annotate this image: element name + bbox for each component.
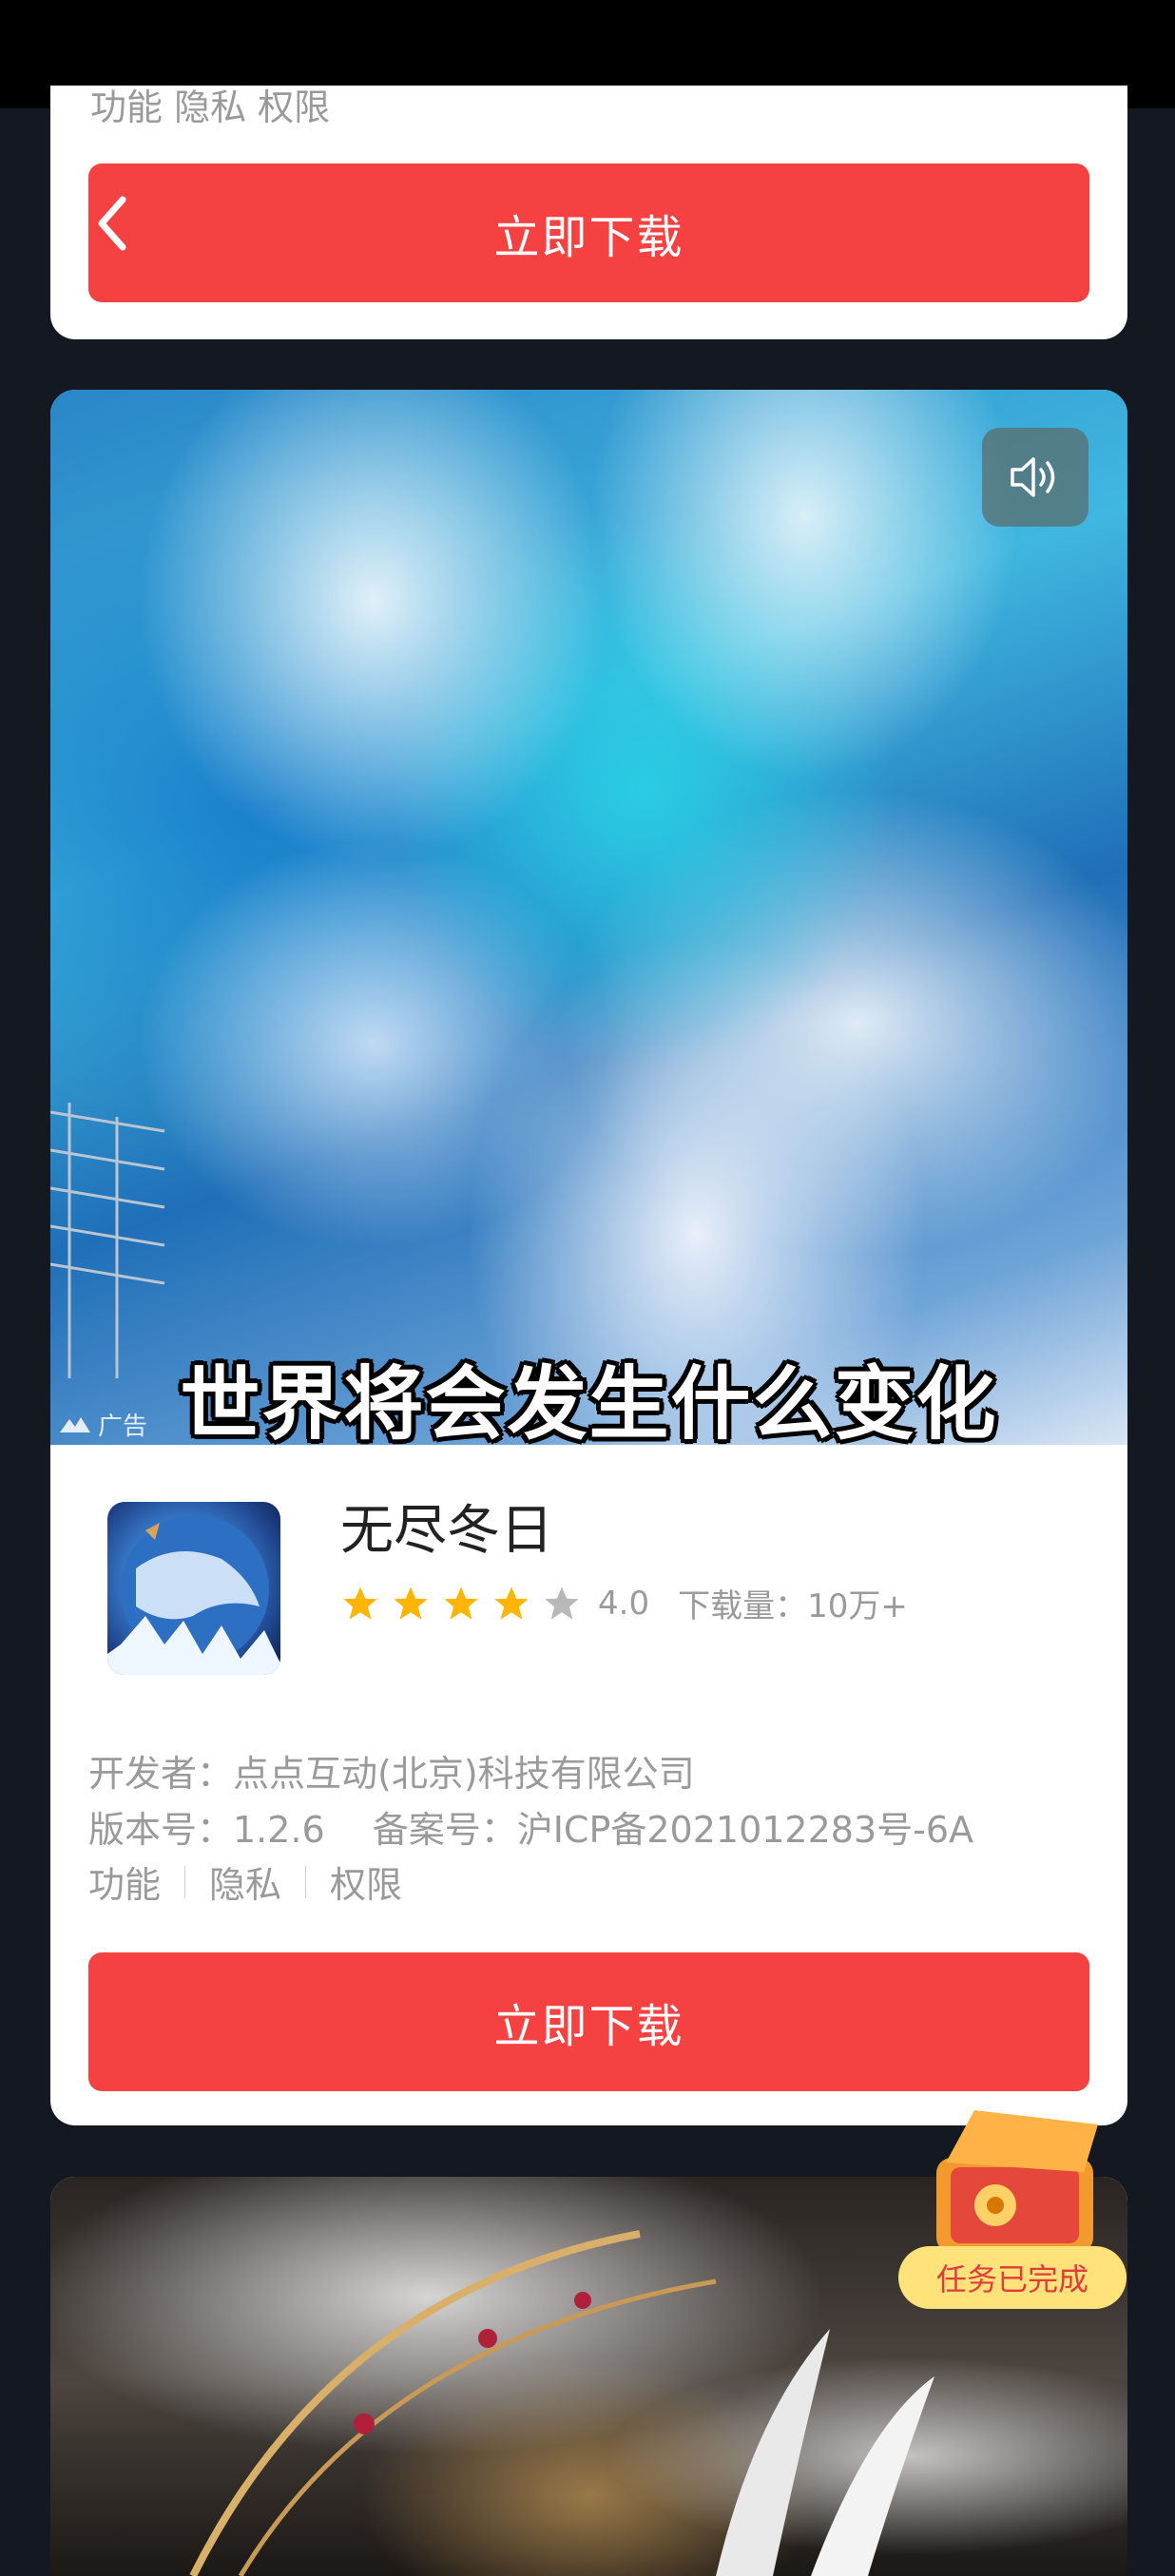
star-filled-icon xyxy=(444,1586,478,1620)
star-filled-icon xyxy=(494,1586,529,1620)
rating-row: 4.0 下载量：10万+ xyxy=(340,1580,908,1626)
previous-ad-card: 功能 隐私 权限 立即下载 xyxy=(50,86,1127,339)
task-complete-label: 任务已完成 xyxy=(898,2246,1127,2309)
ad-source-icon xyxy=(60,1416,90,1432)
sound-toggle-button[interactable] xyxy=(982,428,1088,527)
link-divider xyxy=(305,1865,307,1898)
version-row: 版本号：1.2.6 备案号：沪ICP备2021012283号-6A xyxy=(88,1800,973,1853)
star-filled-icon xyxy=(394,1586,428,1620)
app-name: 无尽冬日 xyxy=(340,1500,553,1562)
ad-label: 广告 xyxy=(58,1407,147,1442)
features-link[interactable]: 功能 xyxy=(88,1855,161,1908)
link-divider xyxy=(184,1865,186,1898)
ad-card: 世界将会发生什么变化 广告 无尽冬日 4.0 下载量：10万+ 开发者：点点互动… xyxy=(50,390,1127,2125)
speaker-icon xyxy=(1011,457,1055,497)
space-station-structure xyxy=(50,1103,165,1378)
task-reward-badge[interactable]: 任务已完成 xyxy=(898,2105,1131,2315)
star-empty-icon xyxy=(545,1586,579,1620)
clipped-links: 功能 隐私 权限 xyxy=(90,87,331,128)
download-button[interactable]: 立即下载 xyxy=(88,1952,1089,2091)
download-button-top[interactable]: 立即下载 xyxy=(88,163,1089,302)
permissions-link[interactable]: 权限 xyxy=(330,1855,402,1908)
treasure-chest-icon xyxy=(936,2110,1098,2253)
developer-info: 开发者：点点互动(北京)科技有限公司 xyxy=(88,1753,695,1795)
video-subtitle: 世界将会发生什么变化 xyxy=(180,1357,998,1445)
star-filled-icon xyxy=(343,1586,377,1620)
rating-value: 4.0 xyxy=(598,1584,650,1623)
privacy-link[interactable]: 隐私 xyxy=(209,1855,281,1908)
back-chevron-icon[interactable] xyxy=(88,190,136,257)
download-count: 下载量：10万+ xyxy=(678,1587,908,1625)
filing-info: 备案号：沪ICP备2021012283号-6A xyxy=(372,1809,974,1851)
ad-label-text: 广告 xyxy=(98,1413,148,1441)
app-icon[interactable] xyxy=(107,1502,280,1675)
info-links: 功能 隐私 权限 xyxy=(88,1855,402,1908)
version-info: 版本号：1.2.6 xyxy=(88,1809,325,1851)
ad-video[interactable]: 世界将会发生什么变化 广告 xyxy=(50,390,1127,1445)
frozen-globe-icon xyxy=(107,1515,280,1675)
